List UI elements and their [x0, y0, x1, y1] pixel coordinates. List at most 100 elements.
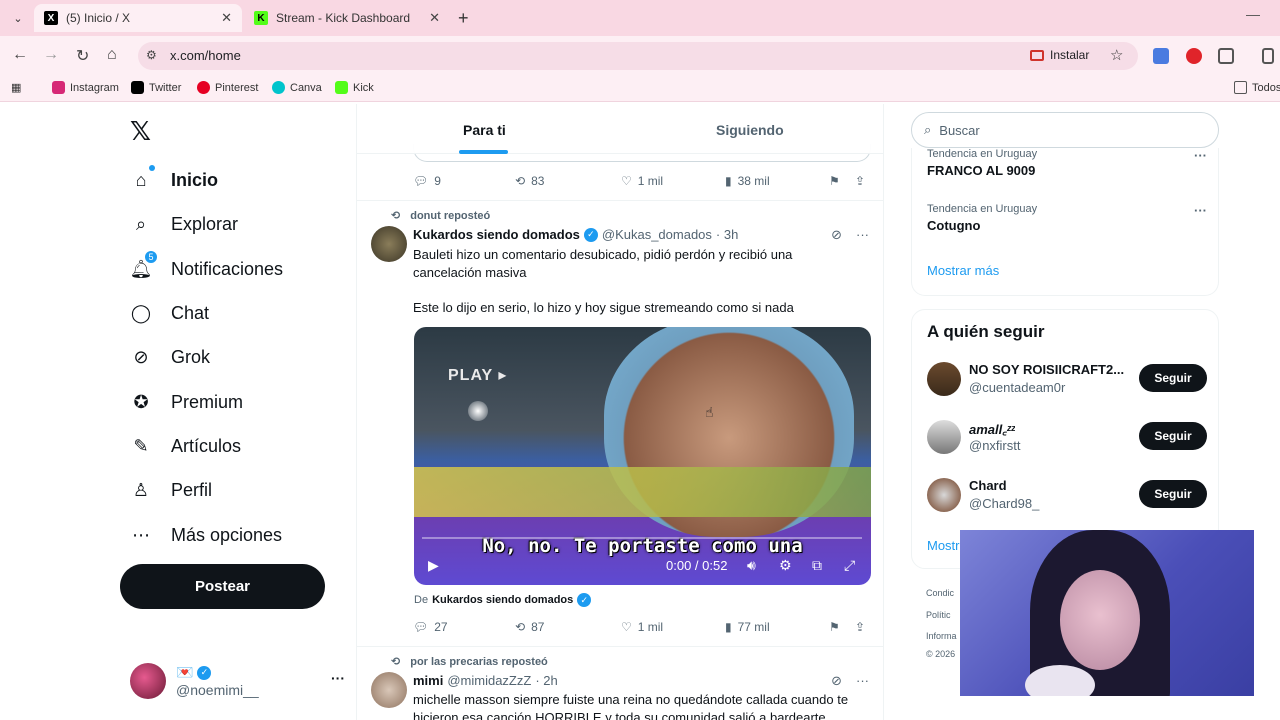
- like-button[interactable]: ♡ 1 mil: [621, 620, 663, 634]
- views-button[interactable]: ▮ 38 mil: [725, 174, 770, 188]
- nav-item-chat[interactable]: ◯ Chat: [130, 299, 209, 327]
- minimize-icon[interactable]: —: [1246, 6, 1260, 22]
- reply-button[interactable]: 💬︎ 9: [413, 174, 441, 188]
- more-icon[interactable]: ···: [1194, 203, 1207, 218]
- nav-item-notificaciones[interactable]: 🔔︎ 5 Notificaciones: [130, 250, 283, 283]
- post-button[interactable]: Postear: [120, 564, 325, 609]
- more-icon[interactable]: ···: [856, 673, 869, 689]
- bookmark-folder-todos[interactable]: Todos: [1234, 81, 1280, 94]
- follow-button[interactable]: Seguir: [1139, 422, 1207, 450]
- follow-suggestion[interactable]: amall꜀ᶻᶻ @nxfirstt Seguir: [927, 418, 1207, 458]
- follow-show-more-link[interactable]: Mostr: [927, 538, 960, 553]
- pip-icon[interactable]: ⧉: [812, 557, 822, 574]
- home-browser-icon[interactable]: ⌂: [107, 46, 117, 64]
- reload-icon[interactable]: ↻: [76, 46, 89, 66]
- translate-extension-icon[interactable]: [1153, 48, 1169, 64]
- views-button[interactable]: ▮ 77 mil: [725, 620, 770, 634]
- tweet-video[interactable]: PLAY ▸ No, no. Te portaste como una ▶ 0:…: [414, 327, 871, 585]
- nav-item-perfil[interactable]: ♙ Perfil: [130, 476, 212, 504]
- tab-x-home[interactable]: X (5) Inicio / X ✕: [34, 4, 242, 32]
- site-info-icon[interactable]: ⚙: [146, 48, 157, 62]
- account-switcher[interactable]: 💌 ✓ @noemimi__ ···: [130, 660, 345, 700]
- tweet-author-name[interactable]: mimi: [413, 673, 443, 688]
- tab-siguiendo[interactable]: Siguiendo: [716, 122, 784, 138]
- like-button[interactable]: ♡ 1 mil: [621, 174, 663, 188]
- more-icon[interactable]: ···: [331, 670, 345, 686]
- footer-link[interactable]: Polític: [926, 610, 951, 620]
- share-icon[interactable]: ⇪: [855, 620, 865, 634]
- avatar[interactable]: [371, 672, 407, 708]
- bookmark-star-icon[interactable]: ☆: [1110, 46, 1123, 64]
- repost-button[interactable]: ⟲ 87: [515, 620, 544, 634]
- address-bar[interactable]: ⚙ x.com/home Instalar ☆: [138, 42, 1138, 70]
- more-icon[interactable]: ···: [1194, 148, 1207, 163]
- footer-link[interactable]: Condic: [926, 588, 954, 598]
- repost-count: 83: [531, 174, 545, 188]
- tweet-author-name[interactable]: Kukardos siendo domados: [413, 227, 580, 242]
- verified-icon: ✓: [197, 665, 212, 680]
- nav-item-premium[interactable]: ✪ Premium: [130, 388, 243, 416]
- extensions-puzzle-icon[interactable]: [1218, 48, 1234, 64]
- tab-para-ti[interactable]: Para ti: [463, 122, 506, 138]
- bookmark-canva[interactable]: Canva: [272, 81, 322, 94]
- tab-close-icon[interactable]: ✕: [221, 10, 232, 26]
- forward-icon[interactable]: →: [43, 46, 59, 64]
- bookmark-instagram[interactable]: Instagram: [52, 81, 119, 94]
- repost-by: por las precarias reposteó: [410, 655, 548, 668]
- nav-item-inicio[interactable]: ⌂ Inicio: [130, 165, 218, 194]
- bookmark-pinterest[interactable]: Pinterest: [197, 81, 258, 94]
- bookmark-label: Pinterest: [215, 81, 259, 94]
- follow-button[interactable]: Seguir: [1139, 364, 1207, 392]
- nav-item-explorar[interactable]: ⌕ Explorar: [130, 210, 238, 238]
- settings-icon[interactable]: ⚙: [779, 557, 792, 574]
- share-icon[interactable]: ⇪: [855, 174, 865, 188]
- repost-button[interactable]: ⟲ 83: [515, 174, 544, 188]
- new-tab-icon[interactable]: +: [458, 8, 469, 29]
- volume-icon[interactable]: 🔊︎: [747, 557, 756, 574]
- bookmark-twitter[interactable]: Twitter: [131, 81, 181, 94]
- video-progress-bar[interactable]: [422, 537, 862, 539]
- bookmark-kick[interactable]: Kick: [335, 81, 374, 94]
- tweet-author-handle[interactable]: @mimidazZzZ: [447, 673, 531, 688]
- bookmark-icon[interactable]: ⚑: [829, 620, 840, 634]
- trend-item[interactable]: Tendencia en Uruguay FRANCO AL 9009 ···: [927, 148, 1207, 178]
- opera-extension-icon[interactable]: [1186, 48, 1202, 64]
- follow-button[interactable]: Seguir: [1139, 480, 1207, 508]
- reply-button[interactable]: 💬︎ 27: [413, 620, 448, 634]
- search-box[interactable]: ⌕ Buscar: [911, 112, 1219, 148]
- nav-item-articulos[interactable]: ✎ Artículos: [130, 432, 241, 460]
- from-name[interactable]: Kukardos siendo domados: [432, 594, 573, 606]
- repost-icon: ⟲: [515, 174, 526, 188]
- grok-icon[interactable]: ⊘: [831, 227, 842, 243]
- pinterest-icon: [197, 81, 210, 94]
- grok-icon[interactable]: ⊘: [831, 673, 842, 689]
- apps-grid-icon[interactable]: ▦: [11, 81, 21, 94]
- trend-name: Cotugno: [927, 218, 981, 233]
- nav-item-mas-opciones[interactable]: ⋯ Más opciones: [130, 521, 282, 549]
- more-icon[interactable]: ···: [856, 227, 869, 243]
- tweet-author-handle[interactable]: @Kukas_domados: [602, 227, 712, 242]
- profile-menu-icon[interactable]: [1262, 48, 1274, 64]
- follow-suggestion[interactable]: Chard @Chard98_ Seguir: [927, 476, 1207, 516]
- tab-search-chevron-icon[interactable]: ⌄: [8, 8, 28, 28]
- reply-count: 27: [434, 620, 448, 634]
- trend-item[interactable]: Tendencia en Uruguay Cotugno ···: [927, 203, 1207, 233]
- show-more-link[interactable]: Mostrar más: [927, 263, 999, 278]
- bookmark-label: Canva: [290, 81, 322, 94]
- avatar: [130, 663, 166, 699]
- avatar[interactable]: [371, 226, 407, 262]
- fullscreen-icon[interactable]: ⤢: [844, 557, 855, 574]
- nav-item-grok[interactable]: ⊘ Grok: [130, 343, 210, 371]
- install-button[interactable]: Instalar: [1030, 48, 1089, 62]
- play-icon[interactable]: ▶: [428, 557, 439, 574]
- tweet-actions: 💬︎ 9 ⟲ 83 ♡ 1 mil ▮ 38 mil ⚑ ⇪: [413, 172, 873, 192]
- tab-close-icon[interactable]: ✕: [429, 10, 440, 26]
- follow-suggestion[interactable]: NO SOY ROISIICRAFT2... @cuentadeam0r Seg…: [927, 360, 1207, 400]
- tweet-time[interactable]: · 3h: [716, 227, 738, 242]
- x-logo-icon[interactable]: 𝕏: [130, 116, 151, 147]
- bookmark-icon[interactable]: ⚑: [829, 174, 840, 188]
- tweet-time[interactable]: · 2h: [535, 673, 557, 688]
- back-icon[interactable]: ←: [12, 46, 28, 64]
- footer-link[interactable]: Informa: [926, 631, 957, 641]
- tab-kick-dashboard[interactable]: K Stream - Kick Dashboard ✕: [244, 4, 450, 32]
